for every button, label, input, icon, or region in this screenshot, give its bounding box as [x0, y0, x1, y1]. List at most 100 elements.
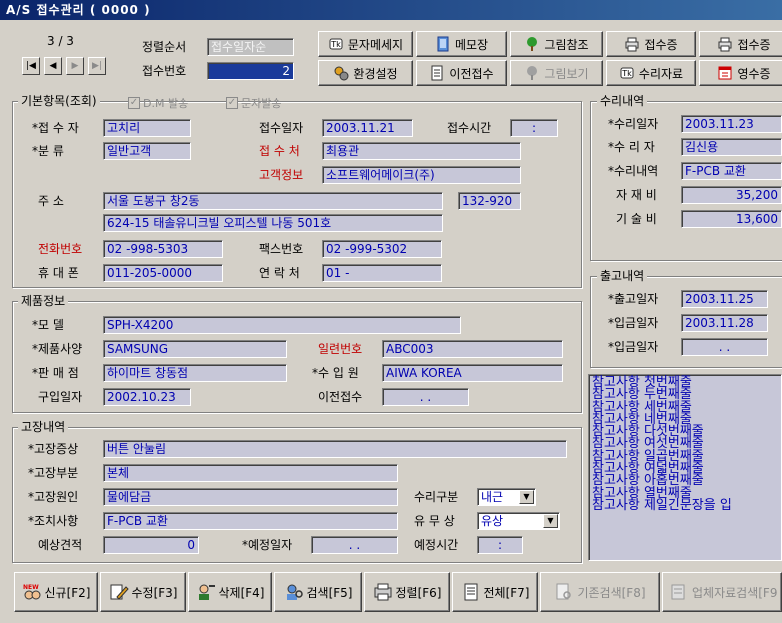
customer-field[interactable]: 소프트웨어메이크(주) [322, 166, 521, 184]
estimate-field[interactable]: 0 [103, 536, 199, 554]
chevron-down-icon: ▼ [543, 514, 558, 528]
company-search-button[interactable]: 업체자료검색[F9 [662, 572, 782, 612]
calendar-icon [718, 66, 732, 80]
sched-time-field[interactable]: : [477, 536, 523, 554]
paid-select[interactable]: 유상 ▼ [477, 512, 560, 530]
picture-ref-label: 그림참조 [544, 37, 589, 52]
prev-record-button[interactable]: ◀ [44, 57, 62, 75]
zip-field[interactable]: 132-920 [458, 192, 521, 210]
category-label: *분 류 [32, 144, 64, 158]
main-window: A/S 접수관리 ( 0000 ) 3 / 3 |◀ ◀ ▶ ▶| 정렬순서 접… [0, 0, 782, 623]
address-line1-field[interactable]: 서울 도봉구 창2동 [103, 192, 443, 210]
estimate-label: 예상견적 [38, 538, 83, 552]
note-line: 참고사항 제일긴문장을 입 [592, 497, 732, 513]
picture-ref-button[interactable]: 그림참조 [510, 31, 603, 57]
repair-date-field[interactable]: 2003.11.23 [681, 115, 782, 133]
recv-place-label: 접 수 처 [259, 144, 300, 158]
out-date-field[interactable]: 2003.11.25 [681, 290, 768, 308]
invoice-button[interactable]: 영수증 [699, 60, 782, 86]
receipt-print-label-2: 접수증 [737, 37, 771, 52]
last-record-button[interactable]: ▶| [88, 57, 106, 75]
sort-label: 정렬순서 [142, 40, 187, 54]
delete-button[interactable]: 삭제[F4] [188, 572, 272, 612]
company-search-label: 업체자료검색[F9 [692, 585, 778, 600]
edit-icon [110, 584, 129, 600]
action-field[interactable]: F-PCB 교환 [103, 512, 398, 530]
delete-button-label: 삭제[F4] [218, 585, 265, 600]
tree-icon [527, 66, 538, 80]
settings-label: 환경설정 [353, 66, 398, 81]
all-button-label: 전체[F7] [483, 585, 530, 600]
notes-textarea[interactable]: 참고사항 첫번째줄 참고사항 두번째줄 참고사항 세번째줄 참고사항 네번째줄 … [588, 374, 782, 561]
part-field[interactable]: 본체 [103, 464, 398, 482]
receipt-no-field[interactable]: 2 [207, 62, 294, 80]
dm-checkbox-label: D.M 발송 [143, 97, 189, 110]
sms-message-button[interactable]: Tk 문자메세지 [318, 31, 413, 57]
purchase-field[interactable]: 2002.10.23 [103, 388, 191, 406]
search-user-icon [286, 584, 303, 600]
dm-checkbox[interactable]: ✓ D.M 발송 [128, 95, 188, 111]
notepad-icon [437, 36, 449, 52]
all-button[interactable]: 전체[F7] [452, 572, 538, 612]
picture-view-button[interactable]: 그림보기 [510, 60, 603, 86]
new-button[interactable]: NEW 신규[F2] [14, 572, 98, 612]
company-icon [671, 584, 685, 600]
category-field[interactable]: 일반고객 [103, 142, 191, 160]
address-label: 주 소 [38, 194, 64, 208]
notepad-button[interactable]: 메모장 [416, 31, 507, 57]
repair-person-field[interactable]: 김신용 [681, 138, 782, 156]
importer-field[interactable]: AIWA KOREA [382, 364, 563, 382]
cause-field[interactable]: 물에담금 [103, 488, 398, 506]
search-button[interactable]: 검색[F5] [274, 572, 362, 612]
dm-check-box: ✓ [128, 97, 140, 109]
phone-field[interactable]: 02 -998-5303 [103, 240, 223, 258]
repair-data-button[interactable]: Tk 수리자료 [606, 60, 696, 86]
recv-place-field[interactable]: 최용관 [322, 142, 521, 160]
receipt-print-button-2[interactable]: 접수증 [699, 31, 782, 57]
receiver-field[interactable]: 고치리 [103, 119, 191, 137]
purchase-label: 구입일자 [38, 390, 83, 404]
sort-field[interactable]: 접수일자순 [207, 38, 294, 56]
sort-button-label: 정렬[F6] [395, 585, 442, 600]
repair-data-label: 수리자료 [638, 66, 684, 81]
previous-receipt-button[interactable]: 이전접수 [416, 60, 507, 86]
receive-time-field[interactable]: : [510, 119, 558, 137]
seller-field[interactable]: 하이마트 창동점 [103, 364, 287, 382]
address-line2-field[interactable]: 624-15 태솔유니크빌 오피스텔 나동 501호 [103, 214, 443, 232]
serial-field[interactable]: ABC003 [382, 340, 563, 358]
mobile-field[interactable]: 011-205-0000 [103, 264, 223, 282]
new-badge: NEW [23, 584, 39, 591]
prev-receipt-field[interactable]: . . [382, 388, 469, 406]
tech-cost-label: 기 술 비 [616, 212, 657, 226]
list-icon [464, 583, 477, 601]
repair-type-select[interactable]: 내근 ▼ [477, 488, 536, 506]
first-record-button[interactable]: |◀ [22, 57, 40, 75]
edit-button-label: 수정[F3] [131, 585, 178, 600]
sched-date-field[interactable]: . . [311, 536, 398, 554]
paid-label: 유 무 상 [414, 514, 455, 528]
next-record-button[interactable]: ▶ [66, 57, 84, 75]
settings-button[interactable]: 환경설정 [318, 60, 413, 86]
material-cost-field[interactable]: 35,200 [681, 186, 782, 204]
receipt-print-button[interactable]: 접수증 [606, 31, 696, 57]
tech-cost-field[interactable]: 13,600 [681, 210, 782, 228]
deposit-date-field[interactable]: 2003.11.28 [681, 314, 768, 332]
symptom-field[interactable]: 버튼 안눌림 [103, 440, 567, 458]
edit-button[interactable]: 수정[F3] [100, 572, 186, 612]
sms-checkbox-label: 문자발송 [241, 97, 282, 110]
fax-field[interactable]: 02 -999-5302 [322, 240, 442, 258]
sms-checkbox[interactable]: ✓ 문자발송 [226, 95, 281, 111]
receive-date-field[interactable]: 2003.11.21 [322, 119, 413, 137]
repair-detail-label: *수리내역 [608, 164, 659, 178]
deposit-date2-field[interactable]: . . [681, 338, 768, 356]
spec-field[interactable]: SAMSUNG [103, 340, 287, 358]
existing-search-label: 기존검색[F8] [577, 585, 646, 600]
model-field[interactable]: SPH-X4200 [103, 316, 461, 334]
prev-receipt-label: 이전접수 [318, 390, 363, 404]
sort-button[interactable]: 정렬[F6] [364, 572, 450, 612]
existing-search-button[interactable]: 기존검색[F8] [540, 572, 660, 612]
contact-field[interactable]: 01 - [322, 264, 442, 282]
repair-detail-field[interactable]: F-PCB 교환 [681, 162, 782, 180]
sched-date-label: *예정일자 [242, 538, 293, 552]
fault-info-title: 고장내역 [18, 420, 69, 434]
